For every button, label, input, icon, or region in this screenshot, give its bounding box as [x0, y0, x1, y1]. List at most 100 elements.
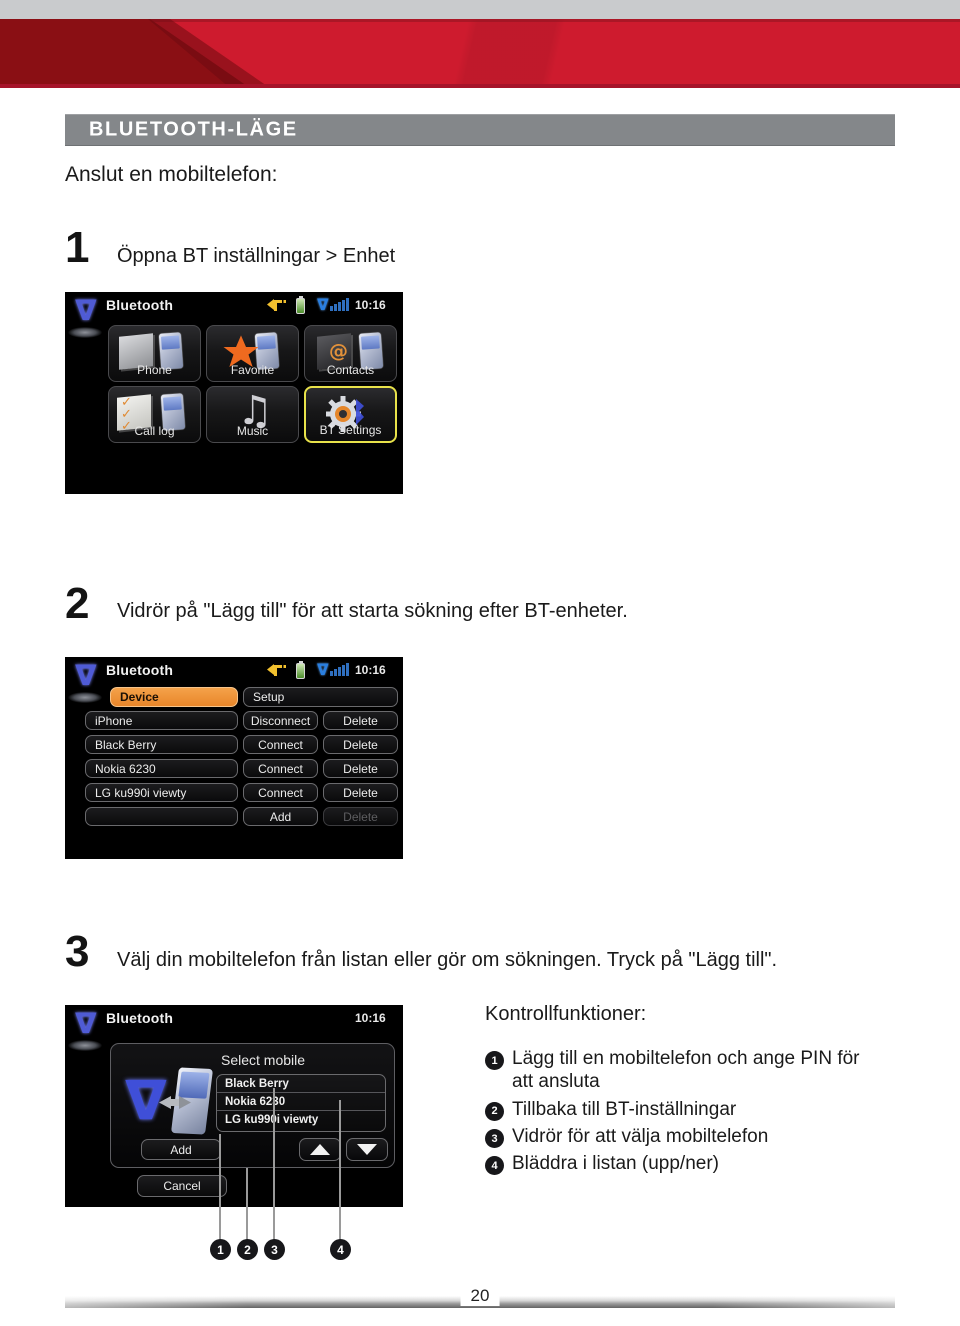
step-3-number: 3 — [65, 927, 90, 976]
key-function-bullet-4: 4 — [485, 1156, 504, 1176]
table-row-device-name-empty[interactable] — [85, 807, 238, 826]
list-item[interactable]: Black Berry — [217, 1075, 385, 1093]
table-row-device-name[interactable]: Nokia 6230 — [85, 759, 238, 778]
key-function-item-2: 2 Tillbaka till BT-inställningar — [485, 1098, 885, 1121]
table-row-action-button[interactable]: Disconnect — [243, 711, 318, 730]
battery-icon — [296, 661, 305, 679]
screen2-title: Bluetooth — [106, 662, 174, 678]
add-button[interactable]: Add — [141, 1139, 221, 1160]
table-row-action-button[interactable]: Connect — [243, 735, 318, 754]
bluetooth-icon: ᐁ — [317, 296, 329, 314]
delete-label: Delete — [343, 737, 378, 752]
action-label: Connect — [258, 761, 303, 776]
action-label: Disconnect — [250, 713, 311, 728]
tile-favorite[interactable]: Favorite — [206, 325, 299, 382]
screenshot-bt-device-list: Bluetooth ᐁ 10:16 ᐁ Device Setup iPhone — [65, 657, 403, 859]
device-name: Nokia 6230 — [95, 761, 156, 776]
callout-marker-3: 3 — [264, 1239, 285, 1260]
action-label: Connect — [258, 785, 303, 800]
cancel-button[interactable]: Cancel — [137, 1175, 227, 1197]
transfer-arrows-icon — [157, 1096, 193, 1110]
device-name: iPhone — [95, 713, 133, 728]
tile-favorite-label: Favorite — [230, 363, 275, 377]
screen1-clock: 10:16 — [355, 298, 386, 312]
table-row-device-name[interactable]: LG ku990i viewty — [85, 783, 238, 802]
screenshot-bt-main-menu: Bluetooth ᐁ 10:16 ᐁ Phone Favorite @ Con… — [65, 292, 403, 494]
key-function-text-1: Lägg till en mobiltelefon och ange PIN f… — [512, 1048, 860, 1093]
bluetooth-pairing-illustration: ᐁ — [125, 1066, 214, 1140]
navigation-icon — [265, 298, 287, 313]
callout-leader-4 — [339, 1100, 341, 1244]
action-label: Add — [269, 809, 292, 824]
tile-music[interactable]: ♫ Music — [206, 386, 299, 443]
key-function-item-1: 1 Lägg till en mobiltelefon och ange PIN… — [485, 1047, 885, 1094]
device-name: LG ku990i viewty — [95, 785, 187, 800]
table-row-delete-button[interactable]: Delete — [323, 759, 398, 778]
key-functions-title: Kontrollfunktioner: — [485, 1003, 647, 1025]
scroll-up-button[interactable] — [299, 1138, 341, 1161]
table-row-delete-button[interactable]: Delete — [323, 783, 398, 802]
key-function-text-4: Bläddra i listan (upp/ner) — [512, 1153, 719, 1175]
screen2-clock: 10:16 — [355, 663, 386, 677]
table-row-action-button[interactable]: Connect — [243, 759, 318, 778]
screen3-clock: 10:16 — [355, 1011, 386, 1025]
callout-leader-1 — [219, 1134, 221, 1244]
mobile-device-list[interactable]: Black Berry Nokia 6230 LG ku990i viewty — [216, 1074, 386, 1132]
callout-leader-3 — [273, 1088, 275, 1244]
navigation-icon — [265, 663, 287, 678]
tab-setup[interactable]: Setup — [243, 687, 398, 707]
bluetooth-mascot-icon: ᐁ — [67, 1010, 105, 1058]
tile-phone[interactable]: Phone — [108, 325, 201, 382]
step-1-text: Öppna BT inställningar > Enhet — [117, 245, 396, 267]
section-title-bar: BLUETOOTH-LÄGE — [65, 114, 895, 146]
page-footer: 20 — [65, 1286, 895, 1308]
table-row-delete-button[interactable]: Delete — [323, 711, 398, 730]
tile-bt-settings[interactable]: BT Settings — [304, 386, 397, 443]
table-row-device-name[interactable]: Black Berry — [85, 735, 238, 754]
add-device-button[interactable]: Add — [243, 807, 318, 826]
action-label: Connect — [258, 737, 303, 752]
table-row-action-button[interactable]: Connect — [243, 783, 318, 802]
table-row-delete-button[interactable]: Delete — [323, 735, 398, 754]
scroll-up-icon — [310, 1144, 330, 1155]
banner-bottom-edge — [0, 84, 960, 88]
list-item[interactable]: Nokia 6230 — [217, 1093, 385, 1111]
tile-contacts-label: Contacts — [326, 363, 375, 377]
delete-label: Delete — [343, 761, 378, 776]
key-function-item-3: 3 Vidrör för att välja mobiltelefon — [485, 1125, 885, 1149]
banner-gray-strip — [0, 0, 960, 19]
screen1-title: Bluetooth — [106, 297, 174, 313]
add-button-label: Add — [170, 1142, 192, 1157]
callout-leader-2 — [246, 1168, 248, 1244]
step-2-number: 2 — [65, 579, 90, 628]
callout-marker-4: 4 — [330, 1239, 351, 1260]
delete-label: Delete — [343, 785, 378, 800]
page-number: 20 — [460, 1286, 500, 1306]
key-function-bullet-3: 3 — [485, 1129, 504, 1149]
manual-page: BLUETOOTH-LÄGE Anslut en mobiltelefon: 1… — [0, 0, 960, 1326]
key-function-text-3: Vidrör för att välja mobiltelefon — [512, 1126, 769, 1148]
list-item[interactable]: LG ku990i viewty — [217, 1111, 385, 1129]
key-functions-list: 1 Lägg till en mobiltelefon och ange PIN… — [485, 1047, 885, 1180]
tile-call-log[interactable]: ✓ ✓ ✓ Call log — [108, 386, 201, 443]
signal-bars-icon — [330, 662, 349, 676]
screenshot-select-mobile: Bluetooth 10:16 ᐁ Select mobile ᐁ Black … — [65, 1005, 403, 1207]
cancel-button-label: Cancel — [163, 1179, 201, 1193]
tile-phone-label: Phone — [137, 363, 172, 377]
tile-call-log-label: Call log — [134, 424, 175, 438]
delete-label: Delete — [343, 713, 378, 728]
tab-device[interactable]: Device — [110, 687, 238, 707]
tile-contacts[interactable]: @ Contacts — [304, 325, 397, 382]
dialog-title: Select mobile — [221, 1052, 306, 1068]
bluetooth-mascot-icon: ᐁ — [67, 297, 105, 345]
bluetooth-mascot-icon: ᐁ — [67, 662, 105, 710]
scroll-down-button[interactable] — [346, 1138, 388, 1161]
key-function-text-2: Tillbaka till BT-inställningar — [512, 1098, 737, 1120]
table-row-device-name[interactable]: iPhone — [85, 711, 238, 730]
tile-bt-settings-label: BT Settings — [319, 423, 382, 437]
table-row-delete-button-disabled: Delete — [323, 807, 398, 826]
signal-bars-icon — [330, 297, 349, 311]
intro-text: Anslut en mobiltelefon: — [65, 163, 278, 186]
tab-device-label: Device — [120, 690, 159, 704]
step-1-number: 1 — [65, 223, 90, 272]
